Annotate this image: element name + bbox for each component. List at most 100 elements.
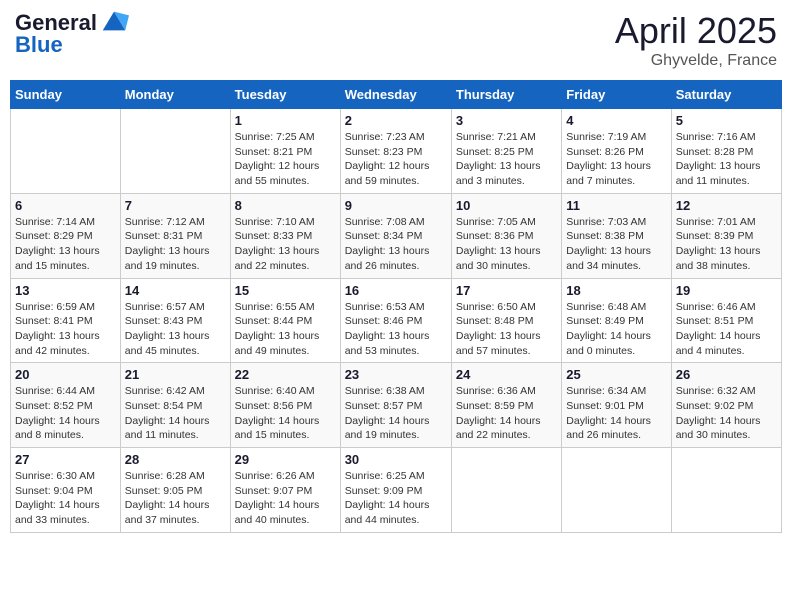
day-number: 27 <box>15 452 116 467</box>
calendar-cell: 4 Sunrise: 7:19 AMSunset: 8:26 PMDaylight… <box>562 109 671 194</box>
day-number: 5 <box>676 113 777 128</box>
calendar-cell: 2Sunrise: 7:23 AMSunset: 8:23 PMDaylight… <box>340 109 451 194</box>
day-number: 10 <box>456 198 557 213</box>
calendar-cell: 3 Sunrise: 7:21 AMSunset: 8:25 PMDaylight… <box>451 109 561 194</box>
calendar-cell: 24 Sunrise: 6:36 AMSunset: 8:59 PMDayligh… <box>451 363 561 448</box>
column-header-saturday: Saturday <box>671 81 781 109</box>
day-number: 29 <box>235 452 336 467</box>
calendar-cell <box>120 109 230 194</box>
day-number: 1 <box>235 113 336 128</box>
day-info: Sunrise: 6:55 AMSunset: 8:44 PMDaylight:… <box>235 300 336 359</box>
day-number: 28 <box>125 452 226 467</box>
calendar-cell: 11 Sunrise: 7:03 AMSunset: 8:38 PMDayligh… <box>562 193 671 278</box>
calendar-cell: 9Sunrise: 7:08 AMSunset: 8:34 PMDaylight… <box>340 193 451 278</box>
calendar-cell: 16Sunrise: 6:53 AMSunset: 8:46 PMDayligh… <box>340 278 451 363</box>
day-info: Sunrise: 7:12 AMSunset: 8:31 PMDaylight:… <box>125 215 226 274</box>
day-number: 17 <box>456 283 557 298</box>
day-number: 11 <box>566 198 666 213</box>
day-info: Sunrise: 6:42 AMSunset: 8:54 PMDaylight:… <box>125 384 226 443</box>
calendar-week-1: 1 Sunrise: 7:25 AMSunset: 8:21 PMDaylight… <box>11 109 782 194</box>
calendar-cell: 14Sunrise: 6:57 AMSunset: 8:43 PMDayligh… <box>120 278 230 363</box>
day-info: Sunrise: 6:36 AMSunset: 8:59 PMDaylight:… <box>456 384 557 443</box>
column-header-sunday: Sunday <box>11 81 121 109</box>
day-number: 24 <box>456 367 557 382</box>
day-number: 21 <box>125 367 226 382</box>
day-info: Sunrise: 7:03 AMSunset: 8:38 PMDaylight:… <box>566 215 666 274</box>
day-info: Sunrise: 6:48 AMSunset: 8:49 PMDaylight:… <box>566 300 666 359</box>
calendar-cell: 19Sunrise: 6:46 AMSunset: 8:51 PMDayligh… <box>671 278 781 363</box>
column-header-friday: Friday <box>562 81 671 109</box>
calendar-cell: 29 Sunrise: 6:26 AMSunset: 9:07 PMDayligh… <box>230 448 340 533</box>
day-number: 30 <box>345 452 447 467</box>
calendar-cell: 22Sunrise: 6:40 AMSunset: 8:56 PMDayligh… <box>230 363 340 448</box>
calendar-cell: 17 Sunrise: 6:50 AMSunset: 8:48 PMDayligh… <box>451 278 561 363</box>
day-info: Sunrise: 7:05 AMSunset: 8:36 PMDaylight:… <box>456 215 557 274</box>
day-info: Sunrise: 6:59 AMSunset: 8:41 PMDaylight:… <box>15 300 116 359</box>
column-header-thursday: Thursday <box>451 81 561 109</box>
day-info: Sunrise: 6:57 AMSunset: 8:43 PMDaylight:… <box>125 300 226 359</box>
day-number: 6 <box>15 198 116 213</box>
calendar-cell: 27Sunrise: 6:30 AMSunset: 9:04 PMDayligh… <box>11 448 121 533</box>
day-info: Sunrise: 6:28 AMSunset: 9:05 PMDaylight:… <box>125 469 226 528</box>
column-header-monday: Monday <box>120 81 230 109</box>
calendar-cell: 21 Sunrise: 6:42 AMSunset: 8:54 PMDayligh… <box>120 363 230 448</box>
day-info: Sunrise: 7:14 AMSunset: 8:29 PMDaylight:… <box>15 215 116 274</box>
calendar-cell: 30Sunrise: 6:25 AMSunset: 9:09 PMDayligh… <box>340 448 451 533</box>
title-block: April 2025 Ghyvelde, France <box>615 10 777 70</box>
day-number: 23 <box>345 367 447 382</box>
day-number: 15 <box>235 283 336 298</box>
day-info: Sunrise: 7:10 AMSunset: 8:33 PMDaylight:… <box>235 215 336 274</box>
day-number: 25 <box>566 367 666 382</box>
calendar-cell: 6 Sunrise: 7:14 AMSunset: 8:29 PMDaylight… <box>11 193 121 278</box>
day-number: 20 <box>15 367 116 382</box>
calendar-table: SundayMondayTuesdayWednesdayThursdayFrid… <box>10 80 782 533</box>
day-info: Sunrise: 7:25 AMSunset: 8:21 PMDaylight:… <box>235 130 336 189</box>
calendar-cell: 15 Sunrise: 6:55 AMSunset: 8:44 PMDayligh… <box>230 278 340 363</box>
calendar-week-4: 20 Sunrise: 6:44 AMSunset: 8:52 PMDayligh… <box>11 363 782 448</box>
logo-icon <box>99 6 129 36</box>
month-title: April 2025 <box>615 10 777 52</box>
day-info: Sunrise: 7:21 AMSunset: 8:25 PMDaylight:… <box>456 130 557 189</box>
page-header: General Blue April 2025 Ghyvelde, France <box>10 10 782 70</box>
calendar-cell: 10 Sunrise: 7:05 AMSunset: 8:36 PMDayligh… <box>451 193 561 278</box>
calendar-cell <box>451 448 561 533</box>
calendar-cell: 26 Sunrise: 6:32 AMSunset: 9:02 PMDayligh… <box>671 363 781 448</box>
calendar-week-3: 13 Sunrise: 6:59 AMSunset: 8:41 PMDayligh… <box>11 278 782 363</box>
calendar-cell: 13 Sunrise: 6:59 AMSunset: 8:41 PMDayligh… <box>11 278 121 363</box>
calendar-cell: 8 Sunrise: 7:10 AMSunset: 8:33 PMDaylight… <box>230 193 340 278</box>
calendar-cell <box>671 448 781 533</box>
calendar-header-row: SundayMondayTuesdayWednesdayThursdayFrid… <box>11 81 782 109</box>
calendar-cell: 5 Sunrise: 7:16 AMSunset: 8:28 PMDaylight… <box>671 109 781 194</box>
day-info: Sunrise: 6:46 AMSunset: 8:51 PMDaylight:… <box>676 300 777 359</box>
day-number: 18 <box>566 283 666 298</box>
day-info: Sunrise: 6:34 AMSunset: 9:01 PMDaylight:… <box>566 384 666 443</box>
day-info: Sunrise: 6:26 AMSunset: 9:07 PMDaylight:… <box>235 469 336 528</box>
calendar-cell: 23 Sunrise: 6:38 AMSunset: 8:57 PMDayligh… <box>340 363 451 448</box>
calendar-cell: 1 Sunrise: 7:25 AMSunset: 8:21 PMDaylight… <box>230 109 340 194</box>
calendar-cell: 12Sunrise: 7:01 AMSunset: 8:39 PMDayligh… <box>671 193 781 278</box>
day-number: 4 <box>566 113 666 128</box>
day-info: Sunrise: 6:44 AMSunset: 8:52 PMDaylight:… <box>15 384 116 443</box>
calendar-week-2: 6 Sunrise: 7:14 AMSunset: 8:29 PMDaylight… <box>11 193 782 278</box>
column-header-tuesday: Tuesday <box>230 81 340 109</box>
day-info: Sunrise: 6:38 AMSunset: 8:57 PMDaylight:… <box>345 384 447 443</box>
day-info: Sunrise: 6:32 AMSunset: 9:02 PMDaylight:… <box>676 384 777 443</box>
logo: General Blue <box>15 10 129 58</box>
calendar-cell <box>562 448 671 533</box>
day-number: 22 <box>235 367 336 382</box>
day-number: 13 <box>15 283 116 298</box>
calendar-cell: 18 Sunrise: 6:48 AMSunset: 8:49 PMDayligh… <box>562 278 671 363</box>
day-number: 8 <box>235 198 336 213</box>
day-info: Sunrise: 7:16 AMSunset: 8:28 PMDaylight:… <box>676 130 777 189</box>
logo-blue: Blue <box>15 32 63 58</box>
calendar-cell <box>11 109 121 194</box>
day-number: 2 <box>345 113 447 128</box>
day-info: Sunrise: 7:19 AMSunset: 8:26 PMDaylight:… <box>566 130 666 189</box>
calendar-cell: 7Sunrise: 7:12 AMSunset: 8:31 PMDaylight… <box>120 193 230 278</box>
day-number: 16 <box>345 283 447 298</box>
day-number: 3 <box>456 113 557 128</box>
day-number: 12 <box>676 198 777 213</box>
day-info: Sunrise: 6:50 AMSunset: 8:48 PMDaylight:… <box>456 300 557 359</box>
day-number: 26 <box>676 367 777 382</box>
day-number: 9 <box>345 198 447 213</box>
